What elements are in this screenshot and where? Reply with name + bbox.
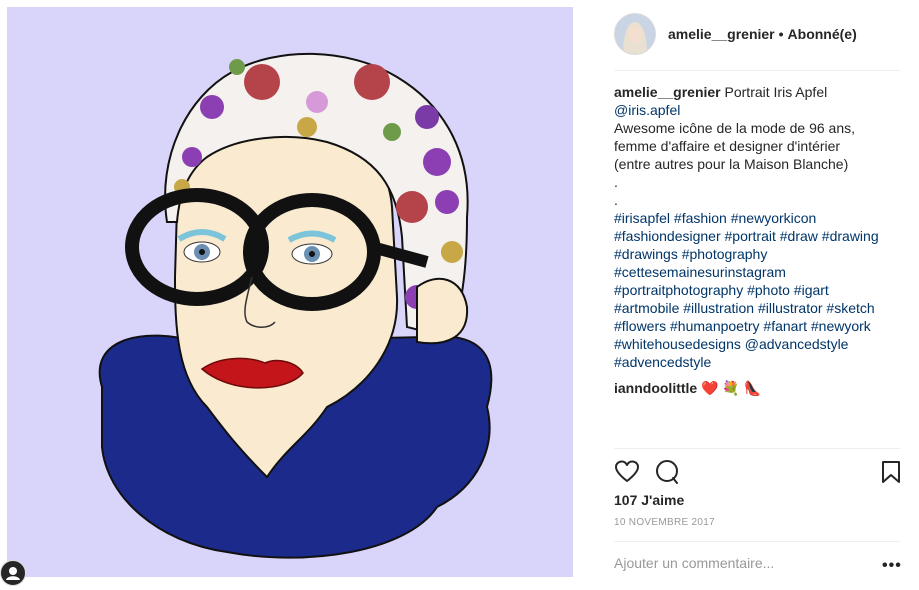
add-comment-input[interactable]: Ajouter un commentaire... <box>614 555 774 571</box>
hashtag-line[interactable]: #advencedstyle <box>614 353 914 371</box>
comment-icon[interactable] <box>654 459 680 485</box>
divider <box>614 541 900 542</box>
hashtag-line[interactable]: #flowers #humanpoetry #fanart #newyork <box>614 317 914 335</box>
comment-text: ❤️ 💐 👠 <box>701 380 762 396</box>
follow-status-button[interactable]: Abonné(e) <box>788 26 857 42</box>
caption-username[interactable]: amelie__grenier <box>614 84 721 100</box>
hashtag-line[interactable]: #irisapfel #fashion #newyorkicon <box>614 209 914 227</box>
heart-icon[interactable] <box>614 459 640 485</box>
comment: ianndoolittle ❤️ 💐 👠 <box>614 379 914 397</box>
caption-line: Awesome icône de la mode de 96 ans, <box>614 120 856 136</box>
hashtag-line[interactable]: #fashiondesigner #portrait #draw #drawin… <box>614 227 914 245</box>
caption-line: femme d'affaire et designer d'intérier <box>614 138 841 154</box>
hashtag-line[interactable]: #portraitphotography #photo #igart <box>614 281 914 299</box>
post-image[interactable] <box>7 7 573 577</box>
caption: amelie__grenier Portrait Iris Apfel @iri… <box>614 83 914 397</box>
caption-line: (entre autres pour la Maison Blanche) <box>614 156 849 172</box>
hashtag-line[interactable]: #cettesemainesurinstagram <box>614 263 914 281</box>
caption-title: Portrait Iris Apfel <box>724 84 828 100</box>
instagram-post: amelie__grenier • Abonné(e) amelie__grenie… <box>0 0 919 586</box>
hashtag-line[interactable]: #whitehousedesigns @advancedstyle <box>614 335 914 353</box>
header-username[interactable]: amelie__grenier <box>668 26 775 42</box>
divider <box>614 448 900 449</box>
likes-count[interactable]: 107 J'aime <box>614 492 684 508</box>
post-sidebar: amelie__grenier • Abonné(e) amelie__grenie… <box>598 0 919 584</box>
hashtag-line[interactable]: #drawings #photography <box>614 245 914 263</box>
post-date[interactable]: 10 NOVEMBRE 2017 <box>614 517 715 528</box>
caption-line: . <box>614 192 618 208</box>
avatar[interactable] <box>614 13 656 55</box>
header-text: amelie__grenier • Abonné(e) <box>668 26 857 42</box>
caption-line: . <box>614 174 618 190</box>
bookmark-icon[interactable] <box>878 459 904 485</box>
caption-mention[interactable]: @iris.apfel <box>614 101 914 119</box>
hashtag-line[interactable]: #artmobile #illustration #illustrator #s… <box>614 299 914 317</box>
ear <box>416 277 469 345</box>
comment-username[interactable]: ianndoolittle <box>614 380 697 396</box>
action-bar <box>614 459 904 485</box>
divider <box>614 70 900 71</box>
header-dot: • <box>778 26 784 42</box>
portrait-illustration <box>98 52 493 559</box>
more-icon[interactable]: ••• <box>882 557 902 575</box>
user-tag-icon[interactable] <box>0 560 26 586</box>
post-header: amelie__grenier • Abonné(e) <box>614 13 904 55</box>
